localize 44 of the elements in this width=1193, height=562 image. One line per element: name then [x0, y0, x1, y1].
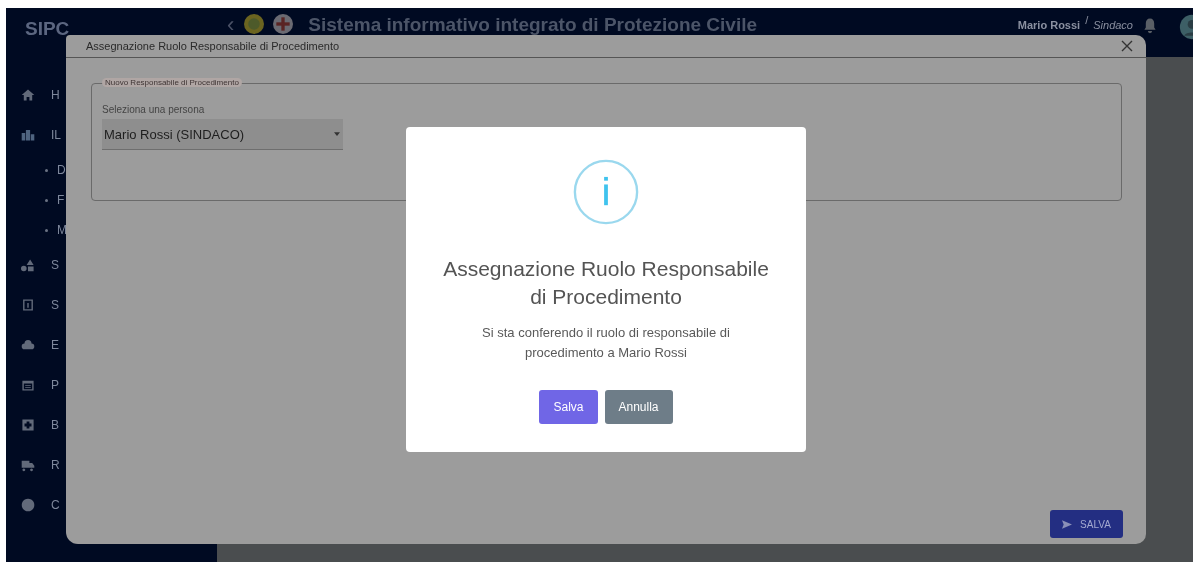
caret-icon	[334, 132, 340, 136]
close-button[interactable]	[1120, 39, 1134, 53]
cloud-icon	[21, 338, 35, 352]
cancel-button[interactable]: Annulla	[604, 390, 673, 424]
menu-item[interactable]: S	[51, 298, 59, 312]
save-button[interactable]: SALVA	[1050, 510, 1123, 538]
separator: /	[1085, 14, 1089, 26]
menu-item[interactable]: C	[51, 498, 60, 512]
bullet-icon	[45, 168, 48, 172]
medical-plus-icon	[21, 418, 35, 432]
menu-item[interactable]: F	[57, 193, 65, 207]
bell-icon[interactable]	[1143, 17, 1157, 34]
menu-item[interactable]: M	[57, 223, 67, 237]
menu-item[interactable]: IL	[51, 128, 61, 142]
buildings-icon	[21, 128, 35, 142]
alert-title: Assegnazione Ruolo Responsabile di Procedimento	[442, 256, 770, 310]
send-icon	[1062, 519, 1073, 529]
menu-item[interactable]: P	[51, 378, 59, 392]
section-legend: Nuovo Responsabile di Procedimento	[102, 78, 242, 87]
user-role: Sindaco	[1093, 19, 1133, 31]
person-select[interactable]: Mario Rossi (SINDACO)	[102, 119, 343, 150]
dialog-title: Assegnazione Ruolo Responsabile di Procedimento	[86, 40, 340, 52]
menu-item[interactable]: B	[51, 418, 59, 432]
user-name: Mario Rossi	[1017, 19, 1081, 31]
menu-item[interactable]: D	[57, 163, 66, 177]
bullet-icon	[45, 228, 48, 232]
brand-name: SIPC	[25, 18, 71, 40]
emblem-icon	[244, 14, 265, 34]
alert-message: Si sta conferendo il ruolo di responsabile di procedimento a Mario Rossi	[481, 324, 731, 362]
ambulance-icon	[21, 458, 35, 472]
menu-item[interactable]: E	[51, 338, 59, 352]
door-icon	[21, 298, 35, 312]
shapes-icon	[21, 258, 35, 272]
menu-item[interactable]: R	[51, 458, 60, 472]
field-label: Seleziona una persona	[102, 104, 205, 115]
menu-item[interactable]: H	[51, 88, 60, 102]
save-button[interactable]: Salva	[539, 390, 598, 424]
app-title: Sistema informativo integrato di Protezione Civile	[308, 14, 758, 36]
calendar-icon	[21, 378, 35, 392]
menu-item[interactable]: S	[51, 258, 59, 272]
home-icon	[21, 88, 35, 102]
crest-icon	[273, 14, 294, 34]
info-icon	[573, 159, 639, 225]
bullet-icon	[45, 198, 48, 202]
